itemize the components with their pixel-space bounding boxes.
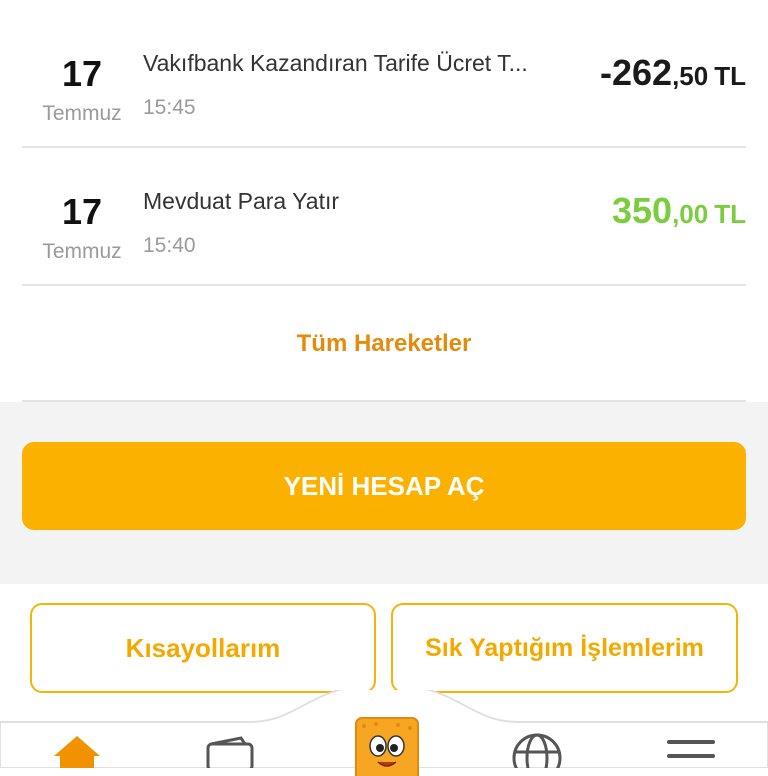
transaction-amount: -262,50 TL [600,52,746,94]
transaction-month: Temmuz [42,102,122,125]
amount-integer: 350 [612,190,673,231]
mascot-icon[interactable] [354,716,420,776]
transaction-date: 17 Temmuz [22,8,142,128]
transaction-row[interactable]: 17 Temmuz Mevduat Para Yatır 15:40 350,0… [22,146,746,286]
home-icon[interactable] [52,734,102,768]
transaction-amount: 350,00 TL [612,190,746,232]
transaction-day: 17 [61,53,103,94]
wallet-icon[interactable] [205,734,255,768]
transaction-date: 17 Temmuz [22,146,142,266]
all-transactions-row: Tüm Hareketler [22,288,746,402]
transaction-title: Mevduat Para Yatır [143,188,340,214]
shortcuts-button[interactable]: Kısayollarım [30,603,376,693]
transaction-time: 15:45 [143,96,196,119]
amount-decimal: ,00 [672,199,709,229]
amount-currency: TL [714,199,746,229]
amount-currency: TL [714,61,746,91]
new-account-button[interactable]: YENİ HESAP AÇ [22,442,746,530]
menu-icon[interactable] [667,738,715,768]
frequent-transactions-button[interactable]: Sık Yaptığım İşlemlerim [391,603,738,693]
transaction-day: 17 [61,191,103,232]
transaction-title: Vakıfbank Kazandıran Tarife Ücret T... [143,50,528,76]
amount-decimal: ,50 [672,61,709,91]
globe-icon[interactable] [511,732,563,768]
all-transactions-link[interactable]: Tüm Hareketler [297,330,472,358]
transaction-row[interactable]: 17 Temmuz Vakıfbank Kazandıran Tarife Üc… [22,8,746,148]
transaction-month: Temmuz [42,240,122,263]
amount-integer: -262 [600,52,673,93]
transaction-time: 15:40 [143,234,196,257]
